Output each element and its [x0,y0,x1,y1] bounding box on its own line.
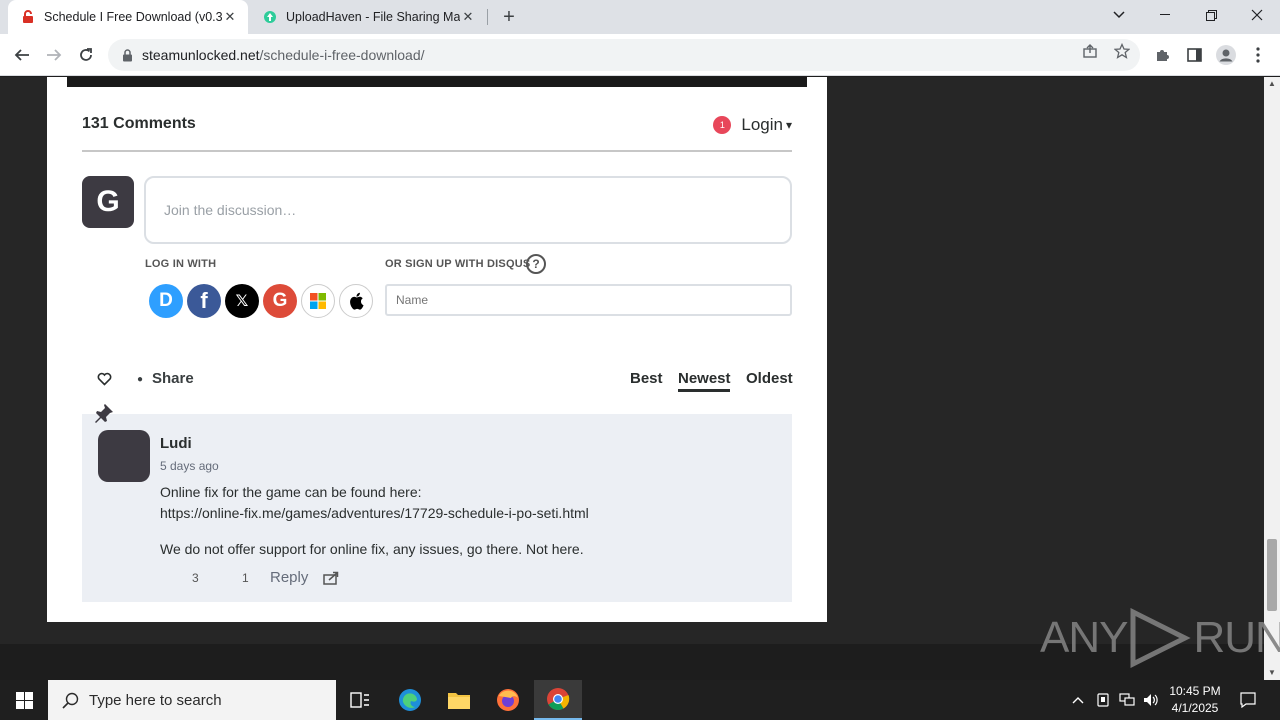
sort-oldest-tab[interactable]: Oldest [746,370,793,387]
firefox-icon[interactable] [484,680,532,720]
close-tab-icon[interactable]: ✕ [222,9,238,25]
url-domain: steamunlocked.net [142,47,260,63]
clock-time: 10:45 PM [1169,684,1221,698]
anyrun-watermark: ANY RUN [1040,608,1280,668]
tab-uploadhaven[interactable]: UploadHaven - File Sharing Made ✕ [250,0,486,34]
task-view-icon[interactable] [336,680,384,720]
active-sort-indicator [678,389,730,392]
new-tab-icon[interactable]: + [498,6,520,28]
show-hidden-icons-chevron-icon[interactable] [1068,680,1088,720]
tab-separator [487,9,488,25]
edge-browser-icon[interactable] [386,680,434,720]
comment-text-line: We do not offer support for online fix, … [160,541,584,557]
play-triangle-icon [1130,608,1192,668]
apple-logo-icon [350,292,364,310]
login-label[interactable]: Login [741,115,783,135]
apple-login-button[interactable] [339,284,373,318]
back-arrow-icon[interactable] [9,43,35,67]
disqus-login-button[interactable]: D [149,284,183,318]
help-question-icon[interactable]: ? [526,254,546,274]
lock-icon[interactable] [120,48,134,62]
notification-center-icon[interactable] [1236,680,1260,720]
upvote-count[interactable]: 3 [192,571,199,585]
comment-timestamp[interactable]: 5 days ago [160,459,219,473]
tab-schedule-download[interactable]: Schedule I Free Download (v0.3.3 ✕ [8,0,248,34]
join-discussion-input[interactable]: Join the discussion… [144,176,792,244]
watermark-text: ANY [1040,613,1128,662]
browser-menu-icon[interactable] [1247,44,1269,66]
search-icon [62,692,79,709]
sort-best-tab[interactable]: Best [630,370,663,387]
side-panel-icon[interactable] [1183,44,1205,66]
volume-icon[interactable] [1141,680,1161,720]
microsoft-login-button[interactable] [301,284,335,318]
tab-search-chevron-icon[interactable] [1096,0,1142,30]
content-divider [67,77,807,87]
chrome-icon[interactable] [534,680,582,720]
log-in-with-label: LOG IN WITH [145,258,217,270]
address-bar[interactable]: steamunlocked.net/schedule-i-free-downlo… [108,39,1140,71]
share-arrow-icon[interactable] [322,569,340,587]
reload-icon[interactable] [73,43,99,67]
reply-button[interactable]: Reply [270,569,308,586]
scroll-up-arrow-icon[interactable]: ▲ [1268,79,1276,88]
comment-text-line: Online fix for the game can be found her… [160,484,422,500]
facebook-login-button[interactable]: f [187,284,221,318]
browser-toolbar: steamunlocked.net/schedule-i-free-downlo… [0,34,1280,76]
comment-author[interactable]: Ludi [160,435,192,452]
system-clock[interactable]: 10:45 PM 4/1/2025 [1162,683,1228,717]
page-scrollbar[interactable]: ▲ ▼ [1264,77,1280,680]
sort-newest-tab[interactable]: Newest [678,370,731,387]
disqus-comments-section: 131 Comments 1 Login ▾ G Join the discus… [47,77,827,622]
google-login-button[interactable]: G [263,284,297,318]
x-login-button[interactable]: 𝕏 [225,284,259,318]
pinned-comment: Ludi 5 days ago Online fix for the game … [82,414,792,602]
network-icon[interactable] [1116,680,1138,720]
page-viewport: 131 Comments 1 Login ▾ G Join the discus… [0,77,1264,680]
url-path: /schedule-i-free-download/ [259,47,425,63]
uploadhaven-favicon-icon [262,9,278,25]
windows-start-icon[interactable] [0,680,48,720]
tab-strip: Schedule I Free Download (v0.3.3 ✕ Uploa… [0,0,1280,34]
sign-up-with-disqus-label: OR SIGN UP WITH DISQUS [385,258,531,270]
file-explorer-icon[interactable] [435,680,483,720]
commenter-avatar[interactable] [98,430,150,482]
windows-taskbar: Type here to search 10:45 PM 4/1/2025 [0,680,1280,720]
steamunlocked-favicon-icon [20,9,36,25]
device-icon[interactable] [1093,680,1113,720]
microsoft-logo-icon [310,293,326,309]
login-dropdown[interactable]: 1 Login ▾ [713,115,792,135]
scroll-thumb[interactable] [1267,539,1277,611]
comments-count: 131 Comments [82,115,196,132]
share-page-icon[interactable] [1081,42,1099,60]
heart-recommend-icon[interactable] [95,370,113,388]
extensions-puzzle-icon[interactable] [1151,44,1173,66]
caret-down-icon[interactable]: ▾ [786,118,792,132]
tab-title: UploadHaven - File Sharing Made [286,10,460,24]
scroll-down-arrow-icon[interactable]: ▼ [1268,668,1276,677]
notification-badge[interactable]: 1 [713,116,732,134]
clock-date: 4/1/2025 [1171,701,1219,715]
tab-title: Schedule I Free Download (v0.3.3 [44,10,222,24]
bookmark-star-icon[interactable] [1113,42,1131,60]
pin-icon [92,401,116,425]
share-button[interactable]: Share [152,370,194,387]
guest-avatar: G [82,176,134,228]
downvote-count[interactable]: 1 [242,571,249,585]
search-placeholder: Type here to search [89,691,222,709]
minimize-icon[interactable] [1142,0,1188,30]
header-divider [82,150,792,152]
restore-icon[interactable] [1188,0,1234,30]
close-window-icon[interactable] [1234,0,1280,30]
name-field[interactable] [385,284,792,316]
watermark-text: RUN [1193,613,1280,662]
taskbar-search-box[interactable]: Type here to search [48,680,336,720]
close-tab-icon[interactable]: ✕ [460,9,476,25]
comment-link[interactable]: https://online-fix.me/games/adventures/1… [160,505,589,521]
bullet-dot-icon: ● [137,374,144,385]
profile-avatar-icon[interactable] [1215,44,1237,66]
forward-arrow-icon[interactable] [41,43,67,67]
